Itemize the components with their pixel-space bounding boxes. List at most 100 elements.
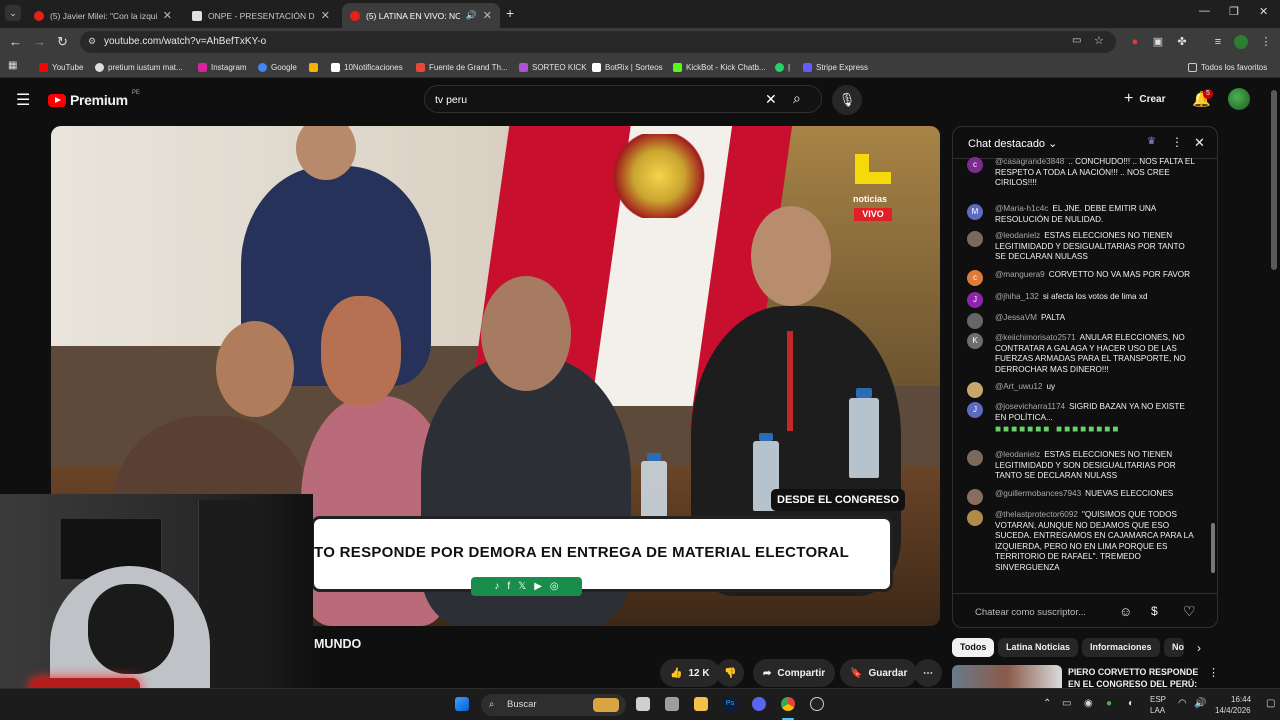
wifi-icon[interactable]: ◠ xyxy=(1178,698,1187,709)
more-actions-button[interactable]: ⋯ xyxy=(914,659,942,687)
bookmark-stripe[interactable]: Stripe Express xyxy=(803,60,868,74)
bookmark-whatsapp[interactable]: | xyxy=(775,60,790,74)
tray-icon[interactable]: ● xyxy=(1106,698,1112,709)
avatar xyxy=(967,450,983,466)
clock-time[interactable]: 16:44 xyxy=(1231,695,1251,704)
bookmark-pretium[interactable]: pretium iustum mat... xyxy=(95,60,183,74)
close-chat-icon[interactable]: ✕ xyxy=(1194,135,1205,151)
bookmark-youtube[interactable]: YouTube xyxy=(39,60,83,74)
chip-partial[interactable]: No xyxy=(1164,638,1184,657)
taskbar-search[interactable]: ⌕ Buscar xyxy=(481,694,626,716)
account-avatar[interactable] xyxy=(1228,88,1250,110)
bookmark-grand-theft[interactable]: Fuente de Grand Th... xyxy=(416,60,508,74)
bookmark-kickbot[interactable]: KickBot - Kick Chatb... xyxy=(673,60,766,74)
like-button[interactable]: 👍 12 K xyxy=(660,659,720,687)
thumbs-up-icon: 👍 xyxy=(670,667,683,679)
minimize-icon[interactable]: — xyxy=(1199,5,1210,17)
media-icon[interactable]: ≡ xyxy=(1211,35,1225,49)
photoshop-icon[interactable]: Ps xyxy=(723,697,737,711)
heart-icon[interactable]: ♡ xyxy=(1183,603,1196,620)
windows-start-icon[interactable] xyxy=(455,697,469,711)
bookmark-10notificaciones[interactable]: 10Notificaciones xyxy=(331,60,403,74)
x-logo-icon: 𝕏 xyxy=(518,581,527,592)
chip-informaciones[interactable]: Informaciones xyxy=(1082,638,1160,657)
site-info-icon[interactable]: ⚙ xyxy=(88,36,96,47)
extension-icon[interactable]: ▣ xyxy=(1151,35,1165,49)
create-button[interactable]: + Crear xyxy=(1124,85,1165,113)
page-scrollbar[interactable] xyxy=(1271,90,1277,270)
tray-icon[interactable]: ◐ xyxy=(1128,698,1134,709)
file-explorer-icon[interactable] xyxy=(694,697,708,711)
language-indicator[interactable]: ESP xyxy=(1150,695,1166,704)
tray-icon[interactable]: ▭ xyxy=(1062,698,1071,709)
volume-icon[interactable]: 🔊 xyxy=(1194,698,1206,709)
avatar xyxy=(967,489,983,505)
close-icon[interactable]: ✕ xyxy=(163,9,172,22)
discord-icon[interactable] xyxy=(752,697,766,711)
chat-mode-dropdown[interactable]: Chat destacado ⌄ xyxy=(968,137,1057,150)
voice-search-icon[interactable]: 🎙 xyxy=(832,85,862,115)
tray-chevron-icon[interactable]: ⌃ xyxy=(1043,698,1051,709)
share-button[interactable]: ➦ Compartir xyxy=(753,659,836,687)
all-bookmarks-folder[interactable]: Todos los favoritos xyxy=(1188,60,1267,74)
extension-red-icon[interactable]: ● xyxy=(1128,35,1142,49)
close-icon[interactable]: ✕ xyxy=(483,9,492,22)
water-bottle xyxy=(849,398,879,478)
new-tab-button[interactable]: + xyxy=(506,5,514,21)
plus-icon: + xyxy=(1124,90,1134,107)
restore-icon[interactable]: ❐ xyxy=(1229,5,1239,18)
chat-menu-icon[interactable]: ⋮ xyxy=(1171,135,1183,149)
chrome-icon[interactable] xyxy=(781,697,795,711)
search-query: tv peru xyxy=(435,94,468,106)
chat-input[interactable]: Chatear como suscriptor... ☺ $ ♡ xyxy=(953,593,1217,627)
emoji-icon[interactable]: ☺ xyxy=(1119,604,1132,619)
address-bar[interactable]: ⚙ youtube.com/watch?v=AhBefTxKY-o ▭ ☆ xyxy=(80,31,1116,53)
bookmark-sorteo-kick[interactable]: SORTEO KICK xyxy=(519,60,587,74)
obs-icon[interactable] xyxy=(810,697,824,711)
close-icon[interactable]: ✕ xyxy=(321,9,330,22)
profile-avatar-icon[interactable] xyxy=(1234,35,1248,49)
create-label: Crear xyxy=(1139,93,1166,105)
task-view-icon[interactable] xyxy=(636,697,650,711)
bookmark-pinwheel[interactable] xyxy=(309,60,318,74)
crown-icon[interactable]: ♛ xyxy=(1147,136,1156,147)
cast-icon[interactable]: ▭ xyxy=(1072,35,1081,46)
back-icon[interactable]: ← xyxy=(9,34,22,49)
chevron-right-icon[interactable]: › xyxy=(1197,641,1201,655)
notification-center-icon[interactable]: ▢ xyxy=(1266,698,1275,709)
chat-message: @guillermobances7943 NUEVAS ELECCIONES xyxy=(967,489,1197,505)
tab-search-icon[interactable]: ⌄ xyxy=(5,5,21,21)
whatsapp-icon xyxy=(775,62,784,72)
bookmark-google[interactable]: Google xyxy=(258,60,297,74)
search-icon[interactable]: ⌕ xyxy=(793,90,801,107)
hamburger-menu-icon[interactable]: ☰ xyxy=(16,90,30,110)
chip-todos[interactable]: Todos xyxy=(952,638,995,657)
super-chat-icon[interactable]: $ xyxy=(1151,604,1158,618)
related-menu-icon[interactable]: ⋮ xyxy=(1208,666,1219,679)
tab-label: (5) Javier Milei: "Con la izquierd xyxy=(50,10,157,21)
puzzle-icon[interactable]: ✤ xyxy=(1175,35,1189,49)
close-window-icon[interactable]: ✕ xyxy=(1259,5,1268,18)
bookmarks-bar: ▦ YouTube pretium iustum mat... Instagra… xyxy=(0,56,1280,78)
dislike-button[interactable]: 👎 xyxy=(716,659,745,687)
tray-icon[interactable]: ◉ xyxy=(1084,698,1093,709)
reload-icon[interactable]: ↻ xyxy=(57,34,68,50)
bookmark-instagram[interactable]: Instagram xyxy=(198,60,247,74)
browser-tab-3[interactable]: (5) LATINA EN VIVO: NOTIC 🔊 ✕ xyxy=(342,3,500,28)
chip-latina-noticias[interactable]: Latina Noticias xyxy=(998,638,1079,657)
clear-search-icon[interactable]: ✕ xyxy=(765,91,777,108)
browser-tab-2[interactable]: ONPE - PRESENTACIÓN DE RES ✕ xyxy=(184,3,338,28)
menu-dots-icon[interactable]: ⋮ xyxy=(1259,35,1273,49)
browser-tab-1[interactable]: (5) Javier Milei: "Con la izquierd ✕ xyxy=(26,3,180,28)
search-input[interactable]: tv peru ✕ ⌕ xyxy=(424,85,822,113)
speaker-icon[interactable]: 🔊 xyxy=(466,10,477,21)
bookmark-star-icon[interactable]: ☆ xyxy=(1094,34,1104,47)
chat-scrollbar[interactable] xyxy=(1211,523,1215,573)
youtube-logo[interactable]: Premium PE xyxy=(48,90,140,108)
app-icon[interactable] xyxy=(665,697,679,711)
bookmark-botrix[interactable]: BotRix | Sorteos xyxy=(592,60,663,74)
forward-icon[interactable]: → xyxy=(33,34,46,49)
webcam-overlay xyxy=(0,494,313,720)
save-button[interactable]: 🔖 Guardar xyxy=(840,659,918,687)
apps-grid-icon[interactable]: ▦ xyxy=(8,60,17,71)
